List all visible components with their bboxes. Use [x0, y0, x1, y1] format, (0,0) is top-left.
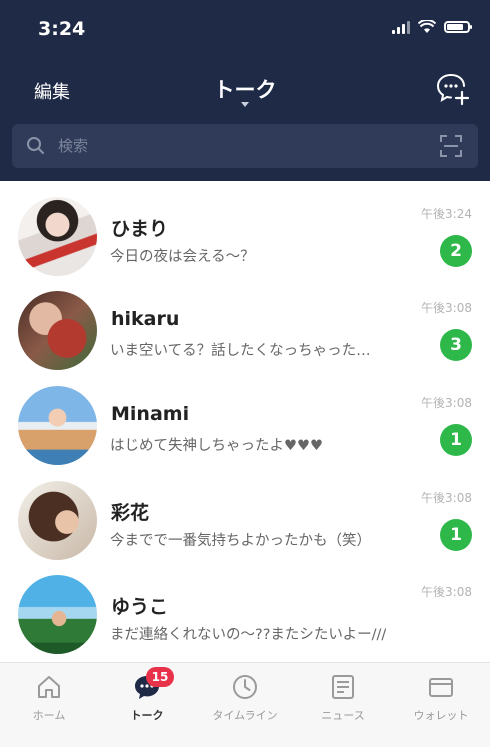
tab-unread-badge: 15: [146, 667, 174, 687]
news-icon: [332, 675, 354, 699]
battery-icon: [444, 21, 472, 33]
chevron-down-icon[interactable]: [241, 102, 249, 107]
chat-name: Minami: [111, 403, 190, 425]
home-icon: [38, 676, 60, 698]
app-header: 3:24 編集 トーク: [0, 0, 490, 181]
tab-wallet[interactable]: ウォレット: [392, 663, 490, 747]
search-icon: [27, 137, 44, 154]
wifi-icon: [418, 20, 436, 33]
search-input[interactable]: [58, 135, 418, 157]
tab-talk[interactable]: 15 トーク: [98, 663, 196, 747]
tab-home[interactable]: ホーム: [0, 663, 98, 747]
chat-time: 午後3:08: [421, 491, 472, 505]
unread-badge: 2: [440, 235, 472, 267]
avatar: [18, 291, 97, 370]
wallet-icon: [429, 678, 453, 697]
avatar: [18, 386, 97, 465]
chat-time: 午後3:08: [421, 301, 472, 315]
status-time: 3:24: [38, 18, 86, 40]
avatar: [18, 481, 97, 560]
page-title[interactable]: トーク: [0, 74, 490, 104]
tab-timeline[interactable]: タイムライン: [196, 663, 294, 747]
tab-label: ホーム: [32, 709, 66, 722]
chat-name: hikaru: [111, 308, 180, 330]
chat-time: 午後3:08: [421, 585, 472, 599]
search-bar[interactable]: [12, 124, 478, 168]
chat-name: ひまり: [111, 218, 169, 240]
chat-time: 午後3:08: [421, 396, 472, 410]
chat-row[interactable]: ゆうこ まだ連絡くれないの〜??またシたいよー/// 午後3:08: [0, 559, 490, 655]
signal-icon: [392, 20, 410, 34]
tab-label: タイムライン: [212, 709, 278, 722]
tab-label: ニュース: [321, 709, 365, 722]
chat-last-message: まだ連絡くれないの〜??またシたいよー///: [110, 627, 387, 643]
clock-icon: [233, 675, 257, 699]
nav-bar: 編集 トーク: [0, 62, 490, 114]
chat-time: 午後3:24: [421, 207, 472, 221]
unread-badge: 1: [440, 519, 472, 551]
tab-bar: ホーム 15 トーク タイムライン ニュース ウォレット: [0, 662, 490, 747]
status-bar: 3:24: [0, 0, 490, 58]
tab-label: トーク: [130, 709, 164, 722]
avatar: [18, 197, 97, 276]
chat-last-message: 今までで一番気持ちよかったかも（笑）: [110, 533, 371, 549]
chat-name: 彩花: [111, 502, 150, 524]
chat-last-message: はじめて失神しちゃったよ♥♥♥: [110, 438, 323, 454]
chat-last-message: 今日の夜は会える〜？: [110, 249, 255, 265]
scan-icon[interactable]: [440, 135, 462, 157]
unread-badge: 3: [440, 329, 472, 361]
avatar: [18, 575, 97, 654]
tab-news[interactable]: ニュース: [294, 663, 392, 747]
chat-name: ゆうこ: [111, 596, 169, 618]
chat-last-message: いま空いてる？話したくなっちゃった…: [110, 343, 371, 359]
tab-label: ウォレット: [413, 709, 469, 722]
new-chat-icon[interactable]: [434, 70, 470, 106]
unread-badge: 1: [440, 424, 472, 456]
chat-row[interactable]: ひまり 今日の夜は会える〜？ 午後3:24 2: [0, 181, 490, 277]
chat-row[interactable]: 彩花 今までで一番気持ちよかったかも（笑） 午後3:08 1: [0, 465, 490, 561]
status-icons: [392, 20, 472, 34]
chat-row[interactable]: hikaru いま空いてる？話したくなっちゃった… 午後3:08 3: [0, 275, 490, 371]
chat-row[interactable]: Minami はじめて失神しちゃったよ♥♥♥ 午後3:08 1: [0, 370, 490, 466]
